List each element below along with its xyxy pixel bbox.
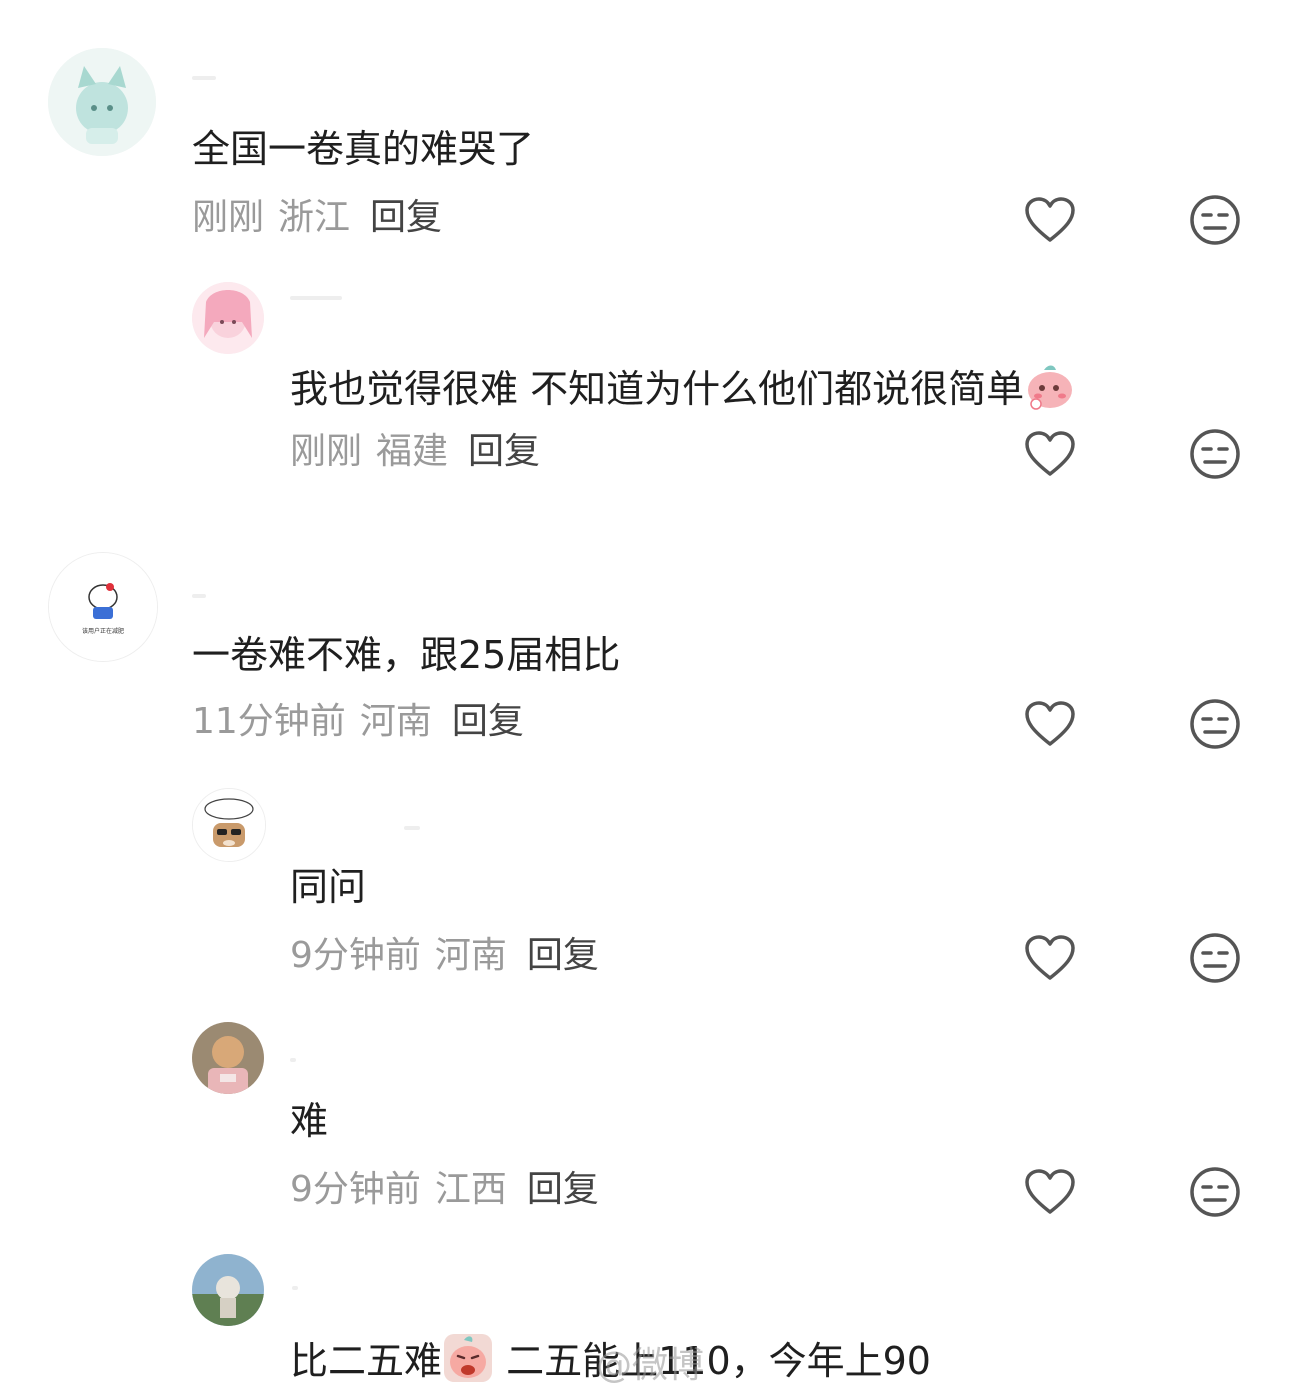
comment-meta: 刚刚 福建 回复 — [290, 430, 540, 474]
crying-emoji-icon — [444, 1334, 493, 1382]
avatar[interactable] — [48, 48, 156, 156]
username-redacted — [292, 1286, 298, 1290]
comment-meta: 11分钟前 河南 回复 — [192, 700, 524, 744]
comment-time: 11分钟前 — [192, 701, 346, 742]
heart-outline-icon[interactable] — [1024, 1168, 1076, 1216]
comment-text: 难 — [290, 1099, 329, 1143]
meh-face-icon[interactable] — [1189, 428, 1241, 480]
heart-outline-icon[interactable] — [1024, 196, 1076, 244]
meh-face-icon[interactable] — [1189, 932, 1241, 984]
weibo-watermark: @微博 — [596, 1345, 705, 1386]
avatar[interactable] — [192, 1254, 264, 1326]
meh-face-icon[interactable] — [1189, 698, 1241, 750]
comment-time: 刚刚 — [290, 431, 363, 472]
meh-face-icon[interactable] — [1189, 1166, 1241, 1218]
blushing-emoji-icon — [1028, 365, 1073, 410]
comment-meta: 刚刚 浙江 回复 — [192, 196, 442, 240]
avatar[interactable] — [192, 1022, 264, 1094]
comment-meta: 9分钟前 江西 回复 — [290, 1168, 599, 1212]
heart-outline-icon[interactable] — [1024, 430, 1076, 478]
comment-time: 刚刚 — [192, 197, 265, 238]
reply-button[interactable]: 回复 — [527, 1169, 599, 1210]
username-redacted — [192, 76, 216, 80]
comment-text: 我也觉得很难 不知道为什么他们都说很简单 — [290, 360, 1076, 412]
comment-text-content: 我也觉得很难 不知道为什么他们都说很简单 — [290, 367, 1025, 411]
comment-text-after: 二五能上110，今年上90 — [494, 1339, 931, 1383]
avatar[interactable] — [192, 788, 266, 862]
comment-text-before: 比二五难 — [290, 1339, 443, 1383]
comment-text: 一卷难不难，跟25届相比 — [192, 633, 621, 677]
comment-time: 9分钟前 — [290, 1169, 421, 1210]
avatar[interactable]: 该用户正在减肥 — [48, 552, 158, 662]
username-redacted — [404, 826, 420, 830]
heart-outline-icon[interactable] — [1024, 934, 1076, 982]
comment-location: 福建 — [376, 431, 449, 472]
meh-face-icon[interactable] — [1189, 194, 1241, 246]
heart-outline-icon[interactable] — [1024, 700, 1076, 748]
reply-button[interactable]: 回复 — [527, 935, 599, 976]
avatar-caption: 该用户正在减肥 — [82, 627, 124, 635]
comment-location: 江西 — [434, 1169, 507, 1210]
username-redacted — [290, 296, 342, 300]
comment-location: 河南 — [359, 701, 432, 742]
reply-button[interactable]: 回复 — [468, 431, 540, 472]
comment-text: 全国一卷真的难哭了 — [192, 127, 535, 171]
reply-button[interactable]: 回复 — [370, 197, 442, 238]
comment-meta: 9分钟前 河南 回复 — [290, 934, 599, 978]
comment-time: 9分钟前 — [290, 935, 421, 976]
comment-location: 浙江 — [278, 197, 351, 238]
username-redacted — [290, 1058, 296, 1062]
avatar[interactable] — [192, 282, 264, 354]
comment-text: 同问 — [290, 865, 367, 909]
comment-location: 河南 — [434, 935, 507, 976]
username-redacted — [192, 594, 206, 598]
reply-button[interactable]: 回复 — [452, 701, 524, 742]
